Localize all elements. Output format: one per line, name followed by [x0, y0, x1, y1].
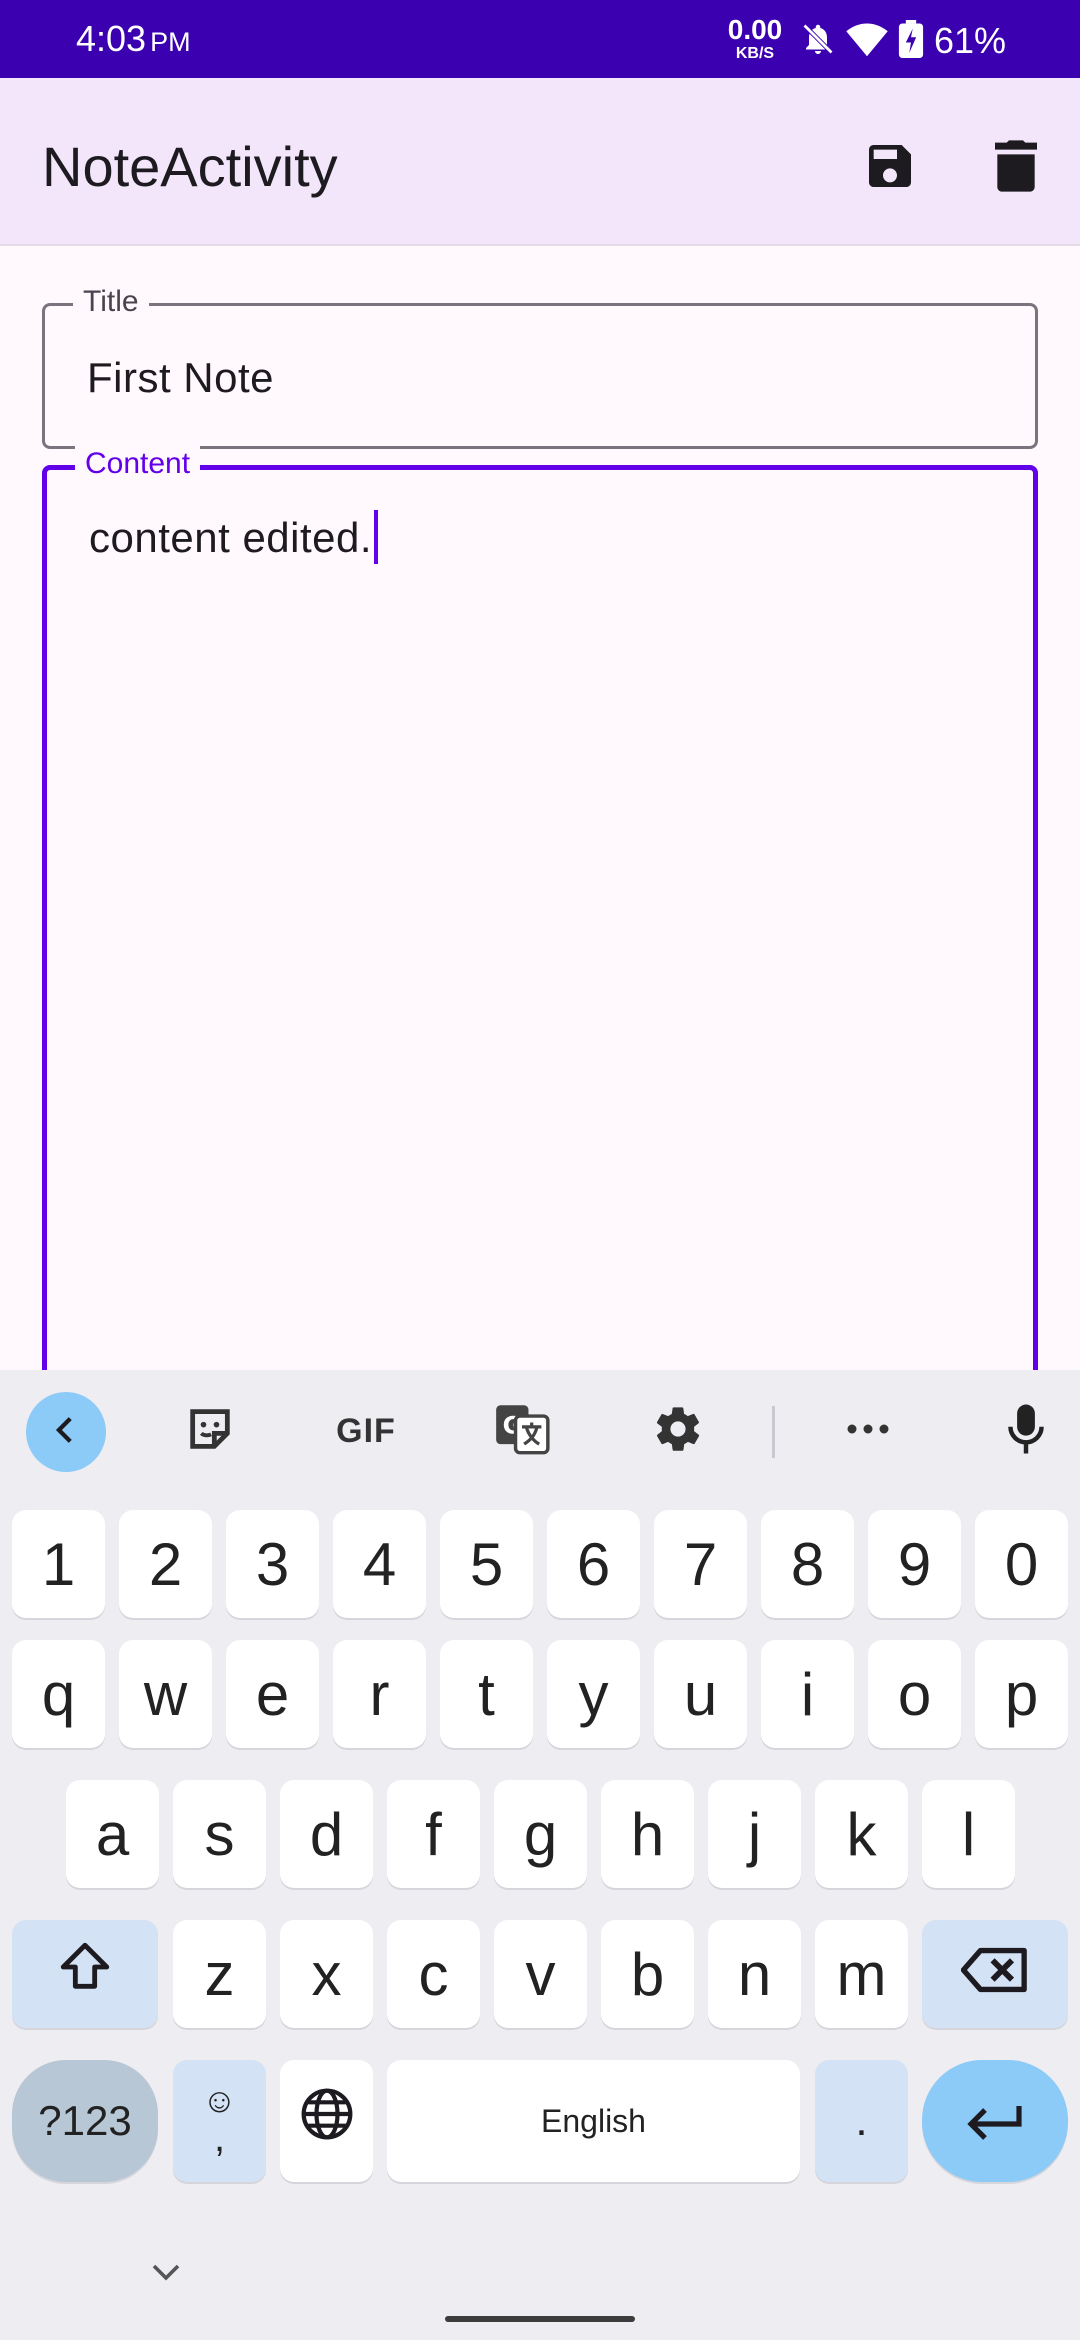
- sticker-button[interactable]: [170, 1392, 250, 1470]
- key-2[interactable]: 2: [119, 1510, 212, 1618]
- key-z[interactable]: z: [173, 1920, 266, 2028]
- chevron-left-icon: [49, 1413, 83, 1452]
- key-4[interactable]: 4: [333, 1510, 426, 1618]
- status-time: 4:03 PM: [76, 18, 191, 59]
- network-speed-value: 0.00: [727, 14, 783, 45]
- key-9[interactable]: 9: [868, 1510, 961, 1618]
- key-c[interactable]: c: [387, 1920, 480, 2028]
- key-y[interactable]: y: [547, 1640, 640, 1748]
- battery-charging-icon: [898, 20, 924, 63]
- voice-input-button[interactable]: [986, 1392, 1066, 1470]
- app-bar: NoteActivity: [0, 78, 1080, 246]
- bell-off-icon: [800, 20, 836, 63]
- title-field-label: Title: [73, 284, 149, 320]
- backspace-icon: [960, 1940, 1029, 2009]
- text-cursor: [374, 510, 379, 564]
- chevron-down-icon: [148, 2264, 184, 2288]
- key-m[interactable]: m: [815, 1920, 908, 2028]
- navigation-handle[interactable]: [445, 2316, 635, 2322]
- key-i[interactable]: i: [761, 1640, 854, 1748]
- key-e[interactable]: e: [226, 1640, 319, 1748]
- more-button[interactable]: [828, 1392, 908, 1470]
- sticker-icon: [184, 1403, 236, 1460]
- save-button[interactable]: [852, 130, 928, 206]
- language-key[interactable]: [280, 2060, 373, 2182]
- symbols-key[interactable]: ?123: [12, 2060, 158, 2182]
- key-h[interactable]: h: [601, 1780, 694, 1888]
- key-u[interactable]: u: [654, 1640, 747, 1748]
- delete-icon: [991, 138, 1041, 199]
- content-text: content edited.: [89, 514, 373, 561]
- key-0[interactable]: 0: [975, 1510, 1068, 1618]
- period-key[interactable]: .: [815, 2060, 908, 2182]
- key-d[interactable]: d: [280, 1780, 373, 1888]
- key-t[interactable]: t: [440, 1640, 533, 1748]
- backspace-key[interactable]: [922, 1920, 1068, 2028]
- comma-label: ,: [213, 2116, 226, 2160]
- key-3[interactable]: 3: [226, 1510, 319, 1618]
- wifi-icon: [846, 20, 888, 63]
- network-speed-unit: KB/S: [735, 45, 775, 62]
- key-q[interactable]: q: [12, 1640, 105, 1748]
- key-o[interactable]: o: [868, 1640, 961, 1748]
- key-1[interactable]: 1: [12, 1510, 105, 1618]
- key-8[interactable]: 8: [761, 1510, 854, 1618]
- key-6[interactable]: 6: [547, 1510, 640, 1618]
- space-key[interactable]: English: [387, 2060, 800, 2182]
- globe-icon: [299, 2086, 355, 2156]
- keyboard-toolbar: GIF G: [0, 1370, 1080, 1492]
- key-k[interactable]: k: [815, 1780, 908, 1888]
- enter-icon: [965, 2087, 1025, 2156]
- battery-percentage: 61%: [934, 20, 1007, 61]
- key-b[interactable]: b: [601, 1920, 694, 2028]
- key-p[interactable]: p: [975, 1640, 1068, 1748]
- key-5[interactable]: 5: [440, 1510, 533, 1618]
- status-bar: 4:03 PM 0.00 KB/S 61%: [0, 0, 1080, 78]
- content-field-value[interactable]: content edited.: [89, 510, 379, 564]
- content-field[interactable]: Content content edited.: [42, 446, 1038, 1465]
- enter-key[interactable]: [922, 2060, 1068, 2182]
- key-g[interactable]: g: [494, 1780, 587, 1888]
- save-icon: [862, 138, 918, 199]
- emoji-comma-key[interactable]: ☺ ,: [173, 2060, 266, 2182]
- emoji-icon: ☺: [202, 2082, 237, 2120]
- key-v[interactable]: v: [494, 1920, 587, 2028]
- key-w[interactable]: w: [119, 1640, 212, 1748]
- translate-icon: G: [494, 1403, 550, 1460]
- key-j[interactable]: j: [708, 1780, 801, 1888]
- soft-keyboard: GIF G 1 2 3 4 5 6 7 8 9 0 q w e r t y u …: [0, 1370, 1080, 2340]
- key-x[interactable]: x: [280, 1920, 373, 2028]
- delete-button[interactable]: [978, 130, 1054, 206]
- content-field-label: Content: [75, 446, 201, 482]
- key-n[interactable]: n: [708, 1920, 801, 2028]
- key-f[interactable]: f: [387, 1780, 480, 1888]
- page-title: NoteActivity: [42, 135, 338, 198]
- mic-icon: [1006, 1402, 1046, 1461]
- hide-keyboard-button[interactable]: [148, 2260, 188, 2290]
- translate-button[interactable]: G: [482, 1392, 562, 1470]
- key-7[interactable]: 7: [654, 1510, 747, 1618]
- gif-button[interactable]: GIF: [326, 1392, 406, 1470]
- title-field[interactable]: Title First Note: [42, 284, 1038, 449]
- key-s[interactable]: s: [173, 1780, 266, 1888]
- key-l[interactable]: l: [922, 1780, 1015, 1888]
- network-speed: 0.00 KB/S: [724, 16, 786, 62]
- keyboard-back-button[interactable]: [26, 1392, 106, 1472]
- status-ampm: PM: [150, 27, 191, 57]
- shift-key[interactable]: [12, 1920, 158, 2028]
- key-a[interactable]: a: [66, 1780, 159, 1888]
- toolbar-divider: [772, 1406, 775, 1458]
- shift-icon: [55, 1938, 115, 2010]
- gif-label: GIF: [336, 1411, 396, 1450]
- gear-icon: [652, 1403, 704, 1460]
- more-icon: [844, 1422, 892, 1441]
- title-field-value[interactable]: First Note: [87, 354, 274, 402]
- keyboard-settings-button[interactable]: [638, 1392, 718, 1470]
- key-r[interactable]: r: [333, 1640, 426, 1748]
